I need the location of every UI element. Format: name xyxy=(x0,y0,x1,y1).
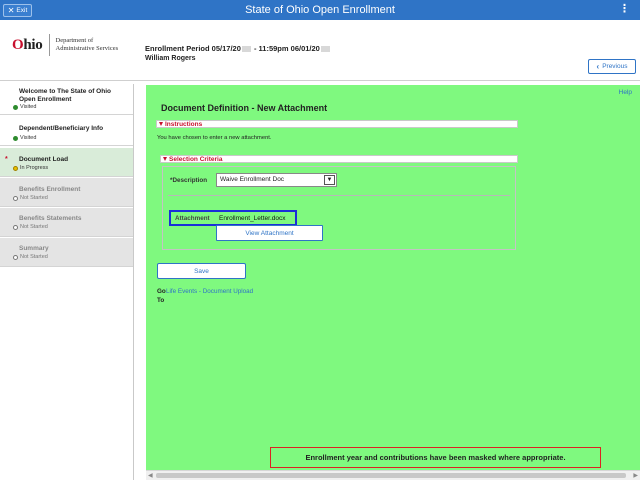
status-in-progress-icon xyxy=(13,165,18,171)
logo-subtitle: Department of Administrative Services xyxy=(55,37,119,52)
ohio-logo: Ohio Department of Administrative Servic… xyxy=(12,34,118,56)
top-bar: ✕ Exit State of Ohio Open Enrollment ⋮ xyxy=(0,0,640,20)
masking-notice: Enrollment year and contributions have b… xyxy=(270,447,601,468)
step-welcome[interactable]: Welcome to The State of Ohio Open Enrollm… xyxy=(0,84,133,115)
step-title: Welcome to The State of Ohio xyxy=(19,88,111,95)
selection-criteria-header[interactable]: Selection Criteria xyxy=(160,155,518,163)
step-status: Visited xyxy=(20,104,37,110)
scrollbar-thumb[interactable] xyxy=(156,473,626,478)
step-title: Benefits Statements xyxy=(19,215,82,222)
status-not-started-icon xyxy=(13,224,18,230)
step-sidebar: Welcome to The State of Ohio Open Enrollm… xyxy=(0,84,134,480)
step-status: Not Started xyxy=(20,254,48,260)
current-step-icon: * xyxy=(5,156,8,163)
enrollment-period: Enrollment Period 05/17/20 - 11:59pm 06/… xyxy=(145,44,331,53)
status-not-started-icon xyxy=(13,195,18,201)
app-title: State of Ohio Open Enrollment xyxy=(245,4,395,16)
horizontal-scrollbar[interactable]: ◀ ▶ xyxy=(146,470,640,480)
chevron-down-icon: ▼ xyxy=(324,175,335,185)
logo-wordmark: Ohio xyxy=(12,36,43,53)
view-attachment-button[interactable]: View Attachment xyxy=(216,225,323,241)
step-document-load[interactable]: * Document Load In Progress xyxy=(0,148,133,177)
step-status: Not Started xyxy=(20,195,48,201)
page-title: Document Definition - New Attachment xyxy=(161,103,328,113)
chevron-left-icon: ‹ xyxy=(596,62,600,71)
scroll-left-icon[interactable]: ◀ xyxy=(148,472,153,479)
collapse-triangle-icon xyxy=(159,122,163,126)
collapse-triangle-icon xyxy=(163,157,167,161)
instructions-section-header[interactable]: Instructions xyxy=(156,120,518,128)
step-dependent-info[interactable]: Dependent/Beneficiary Info Visited xyxy=(0,118,133,146)
instructions-text: You have chosen to enter a new attachmen… xyxy=(157,135,272,141)
step-benefits-statements: Benefits Statements Not Started xyxy=(0,208,133,237)
previous-button[interactable]: ‹ Previous xyxy=(588,59,636,74)
status-not-started-icon xyxy=(13,254,18,260)
header: Ohio Department of Administrative Servic… xyxy=(0,20,640,81)
goto-life-events-link[interactable]: Life Events - Document Upload xyxy=(166,288,253,295)
divider xyxy=(168,195,510,196)
step-title: Document Load xyxy=(19,156,69,163)
description-label: *Description xyxy=(170,177,208,184)
step-title: Dependent/Beneficiary Info xyxy=(19,125,104,132)
logo-divider xyxy=(48,34,50,56)
step-summary: Summary Not Started xyxy=(0,238,133,267)
more-options-icon[interactable]: ⋮ xyxy=(619,3,630,15)
masked-year xyxy=(241,46,251,53)
masked-year xyxy=(320,46,330,53)
description-select[interactable]: Waive Enrollment Doc ▼ xyxy=(216,173,337,187)
status-visited-icon xyxy=(13,135,18,141)
step-title: Benefits Enrollment xyxy=(19,186,81,193)
user-name: William Rogers xyxy=(145,55,196,62)
main-panel: Help Document Definition - New Attachmen… xyxy=(146,85,640,470)
attachment-label: Attachment xyxy=(175,215,210,222)
status-visited-icon xyxy=(13,104,18,110)
scroll-right-icon[interactable]: ▶ xyxy=(633,472,638,479)
help-link[interactable]: Help xyxy=(619,89,632,96)
attachment-filename: Enrollment_Letter.docx xyxy=(219,215,286,222)
attachment-field: Attachment Enrollment_Letter.docx xyxy=(169,210,297,226)
save-button[interactable]: Save xyxy=(157,263,246,279)
step-title: Summary xyxy=(19,245,49,252)
step-benefits-enrollment: Benefits Enrollment Not Started xyxy=(0,178,133,207)
step-status: Visited xyxy=(20,135,37,141)
step-status: In Progress xyxy=(20,165,49,171)
step-status: Not Started xyxy=(20,224,48,230)
